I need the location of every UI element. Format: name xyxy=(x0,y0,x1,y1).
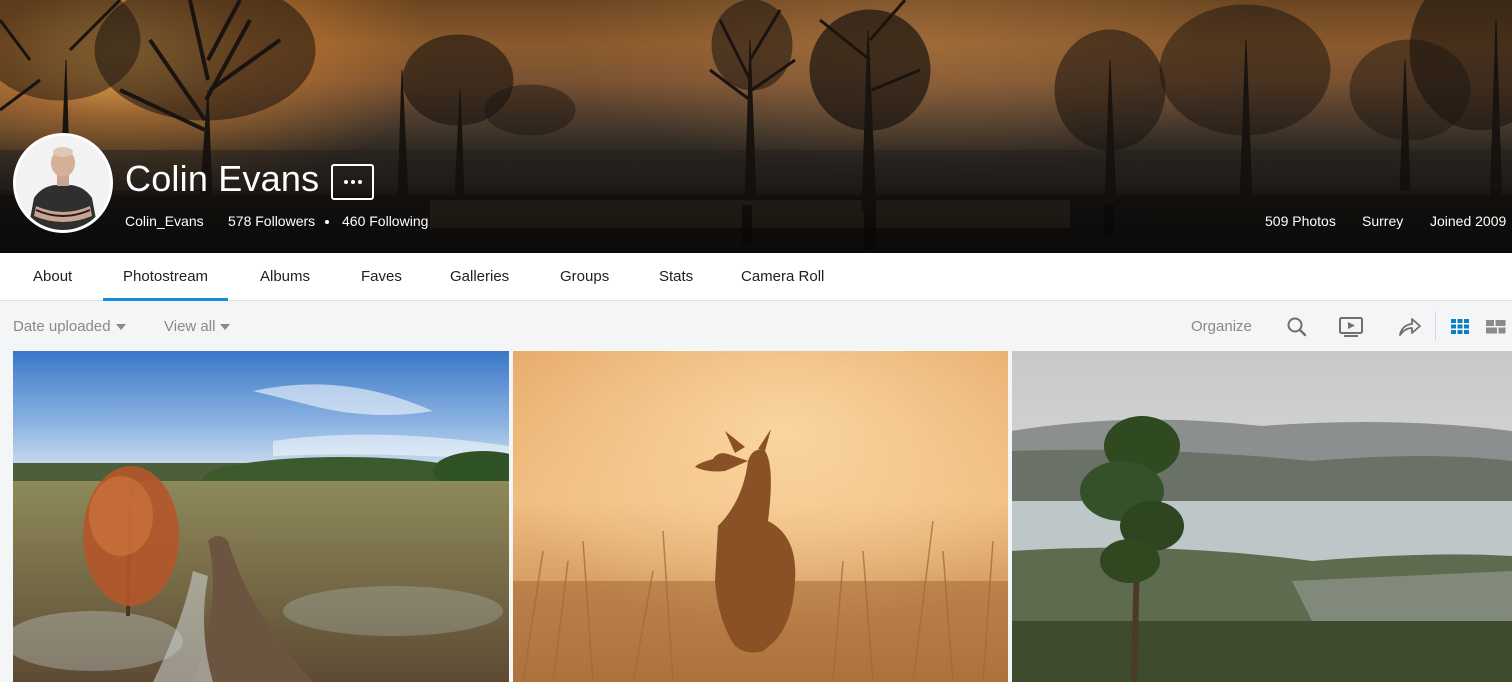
share-button[interactable] xyxy=(1397,314,1423,340)
tab-camera-roll[interactable]: Camera Roll xyxy=(721,253,844,301)
justified-view-button[interactable] xyxy=(1483,314,1509,340)
more-options-button[interactable] xyxy=(331,164,374,200)
profile-username: Colin_Evans xyxy=(125,213,204,229)
tab-faves[interactable]: Faves xyxy=(341,253,422,301)
tab-albums[interactable]: Albums xyxy=(240,253,330,301)
photos-count: 509 Photos xyxy=(1265,213,1336,229)
avatar[interactable] xyxy=(13,133,113,233)
slideshow-icon xyxy=(1339,317,1363,337)
meta-separator-dot xyxy=(325,220,329,224)
more-dots-icon xyxy=(343,180,348,184)
share-icon xyxy=(1399,318,1421,336)
more-dot xyxy=(357,180,362,184)
view-filter-dropdown[interactable]: View all xyxy=(164,318,231,335)
organize-link[interactable]: Organize xyxy=(1191,318,1252,335)
photo-tile-3[interactable] xyxy=(1012,351,1512,682)
user-portrait-icon xyxy=(16,136,110,230)
chevron-down-icon xyxy=(220,323,231,330)
search-icon xyxy=(1287,317,1307,337)
more-dot xyxy=(350,180,355,184)
tab-about[interactable]: About xyxy=(13,253,92,301)
profile-location: Surrey xyxy=(1362,213,1404,229)
tab-stats[interactable]: Stats xyxy=(639,253,713,301)
photo-tile-2[interactable] xyxy=(513,351,1008,682)
sort-dropdown[interactable]: Date uploaded xyxy=(13,318,126,335)
justified-view-icon xyxy=(1486,320,1506,334)
chevron-down-icon xyxy=(115,323,126,330)
tab-groups[interactable]: Groups xyxy=(540,253,629,301)
followers-link[interactable]: 578 Followers xyxy=(228,213,315,229)
grid-view-icon xyxy=(1451,319,1469,334)
profile-joined: Joined 2009 xyxy=(1430,213,1507,229)
photo-tile-1[interactable] xyxy=(13,351,509,682)
view-filter-label: View all xyxy=(164,318,216,335)
grid-view-button[interactable] xyxy=(1447,314,1473,340)
photostream-toolbar: Date uploaded View all Organize xyxy=(0,301,1512,351)
profile-display-name: Colin Evans xyxy=(125,158,320,199)
toolbar-divider xyxy=(1435,311,1436,341)
sort-dropdown-label: Date uploaded xyxy=(13,318,111,335)
deer-photo-image xyxy=(513,351,1008,682)
tab-photostream[interactable]: Photostream xyxy=(103,253,229,301)
slideshow-button[interactable] xyxy=(1338,314,1364,340)
search-button[interactable] xyxy=(1284,314,1310,340)
following-link[interactable]: 460 Following xyxy=(342,213,428,229)
valley-photo-image xyxy=(1012,351,1512,682)
tab-galleries[interactable]: Galleries xyxy=(430,253,529,301)
heathland-photo-image xyxy=(13,351,509,682)
profile-subnav: About Photostream Albums Faves Galleries… xyxy=(0,253,1512,301)
